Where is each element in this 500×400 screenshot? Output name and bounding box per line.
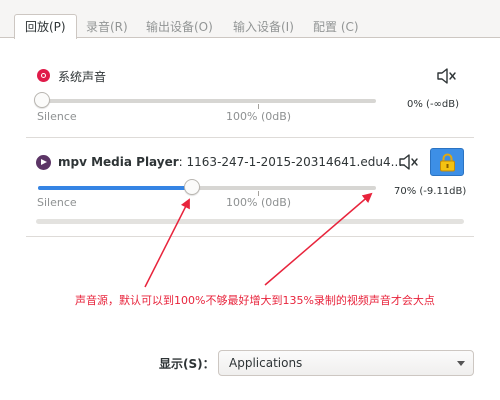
- mpv-volume-knob[interactable]: [184, 179, 200, 195]
- mpv-app-icon: [36, 155, 51, 170]
- mpv-reference-label: 100% (0dB): [226, 196, 292, 209]
- system-silence-label: Silence: [37, 110, 77, 123]
- tab-bar: 回放(P) 录音(R) 输出设备(O) 输入设备(I) 配置 (C): [0, 0, 500, 39]
- mpv-silence-label: Silence: [37, 196, 77, 209]
- mpv-media-title: : 1163-247-1-2015-20314641.edu4.…: [178, 155, 407, 169]
- mpv-level-readout: 70% (-9.11dB): [394, 186, 467, 197]
- system-sounds-title: 系统声音: [58, 70, 107, 84]
- stream-divider: [26, 137, 474, 138]
- system-level-readout: 0% (-∞dB): [407, 99, 459, 110]
- mpv-app-name: mpv Media Player: [58, 155, 179, 169]
- tab-recording[interactable]: 录音(R): [86, 16, 128, 38]
- mpv-stream-title: mpv Media Player: 1163-247-1-2015-203146…: [58, 155, 406, 169]
- tab-playback[interactable]: 回放(P): [14, 14, 77, 39]
- show-filter-label: 显示(S)：: [159, 357, 215, 371]
- tab-configuration[interactable]: 配置 (C): [313, 16, 359, 38]
- system-volume-track[interactable]: [38, 99, 376, 103]
- stream-divider: [26, 236, 474, 237]
- system-reference-label: 100% (0dB): [226, 110, 292, 123]
- system-volume-knob[interactable]: [34, 92, 50, 108]
- tab-input-devices[interactable]: 输入设备(I): [233, 16, 294, 38]
- speaker-muted-icon[interactable]: [398, 153, 420, 171]
- show-filter-selected: Applications: [229, 356, 303, 370]
- system-reference-tick: [258, 104, 259, 109]
- system-sounds-icon: [37, 69, 50, 82]
- lock-channels-button[interactable]: [430, 148, 464, 176]
- chevron-down-icon: [457, 361, 465, 366]
- annotation-note: 声音源，默认可以到100%不够最好增大到135%录制的视频声音才会大点: [75, 294, 435, 307]
- show-filter-dropdown[interactable]: Applications: [218, 350, 474, 376]
- lock-icon: [440, 153, 455, 172]
- tab-output-devices[interactable]: 输出设备(O): [146, 16, 213, 38]
- mpv-volume-fill: [38, 186, 192, 190]
- speaker-muted-icon[interactable]: [436, 67, 458, 85]
- mpv-peak-meter: [36, 219, 464, 224]
